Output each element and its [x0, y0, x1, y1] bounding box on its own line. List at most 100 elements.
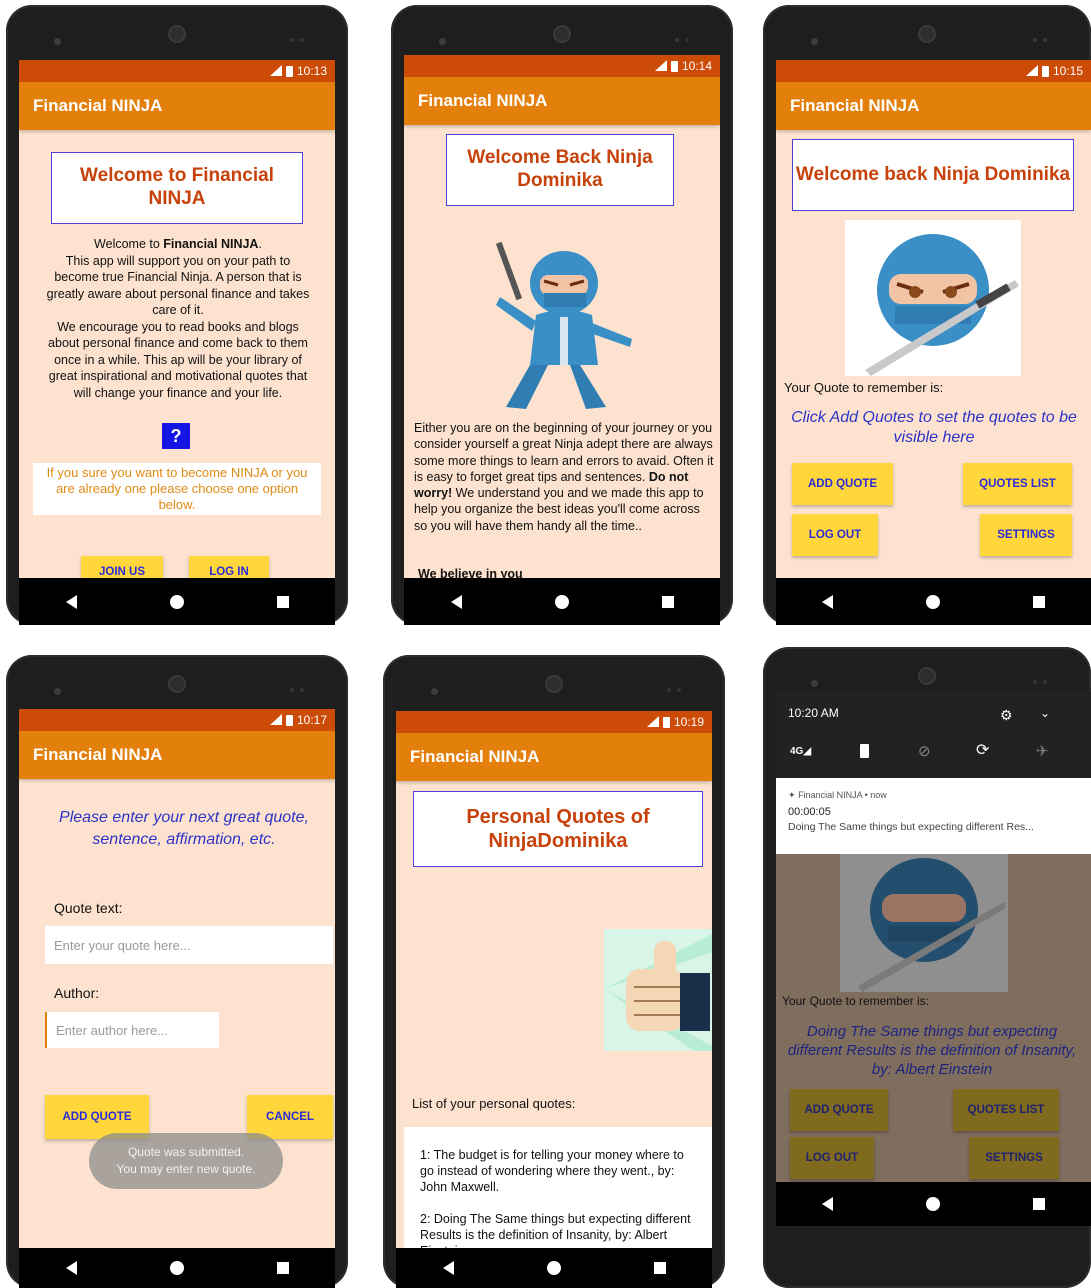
battery-icon[interactable] — [860, 744, 869, 758]
quote-input[interactable]: Enter your quote here... — [45, 926, 333, 964]
network-icon[interactable]: 4G◢ — [790, 746, 811, 757]
location-off-icon[interactable]: ⊘ — [918, 742, 931, 760]
believe-text: We believe in you — [418, 567, 523, 578]
phone-quotes-list: 10:19 Financial NINJA Personal Quotes of… — [383, 655, 725, 1288]
log-out-button[interactable]: LOG OUT — [792, 514, 878, 556]
home-icon[interactable] — [925, 594, 940, 609]
back-icon[interactable] — [65, 594, 77, 609]
list-item: 2: Doing The Same things but expecting d… — [420, 1212, 691, 1248]
recents-icon[interactable] — [653, 1262, 666, 1274]
quote-text-label: Quote text: — [54, 900, 123, 916]
ninja-icon: ✦ — [788, 790, 796, 800]
quote-text: Click Add Quotes to set the quotes to be… — [791, 409, 1077, 446]
nav-bar — [396, 1248, 712, 1288]
gear-icon[interactable]: ⚙ — [1000, 707, 1013, 724]
settings-button[interactable]: SETTINGS — [980, 514, 1072, 556]
status-time: 10:13 — [296, 64, 327, 78]
battery-icon — [285, 65, 293, 77]
back-icon[interactable] — [450, 594, 462, 609]
signal-icon — [639, 716, 659, 728]
status-bar: 10:15 — [776, 60, 1091, 82]
back-icon[interactable] — [822, 594, 834, 609]
nav-bar — [776, 1182, 1091, 1226]
intro-text: Either you are on the beginning of your … — [414, 421, 714, 533]
battery-icon — [285, 714, 293, 726]
nav-bar — [19, 578, 335, 625]
home-icon[interactable] — [925, 1197, 940, 1211]
quotes-list: 1: The budget is for telling your money … — [404, 1127, 712, 1248]
status-bar: 10:17 — [19, 709, 335, 731]
list-item: 1: The budget is for telling your money … — [420, 1148, 684, 1194]
quick-settings: 10:20 AM ⚙ ⌄ 4G◢ ⊘ ⟳ ✈ — [776, 692, 1091, 778]
welcome-title: Welcome back Ninja Dominika — [792, 139, 1074, 211]
app-title: Financial NINJA — [19, 82, 335, 130]
home-icon[interactable] — [546, 1261, 561, 1275]
recents-icon[interactable] — [276, 1262, 289, 1274]
signal-icon — [1018, 65, 1038, 77]
quotes-list-button[interactable]: QUOTES LIST — [963, 463, 1072, 505]
airplane-mode-icon[interactable]: ✈ — [1036, 742, 1049, 760]
screen: 10:14 Financial NINJA Welcome Back Ninja… — [404, 55, 720, 578]
signal-icon — [647, 60, 667, 72]
app-title: Financial NINJA — [19, 731, 335, 779]
chevron-down-icon[interactable]: ⌄ — [1040, 706, 1050, 720]
ninja-illustration — [845, 220, 1021, 376]
recents-icon[interactable] — [1032, 595, 1045, 608]
ninja-illustration — [840, 854, 1008, 992]
add-quote-button[interactable]: ADD QUOTE — [792, 463, 893, 505]
status-bar: 10:13 — [19, 60, 335, 82]
toast-message: Quote was submitted. You may enter new q… — [89, 1133, 283, 1189]
status-time: 10:19 — [673, 715, 704, 729]
auto-rotate-icon[interactable]: ⟳ — [976, 740, 989, 760]
add-quote-heading: Please enter your next great quote, sent… — [59, 809, 309, 848]
log-out-button[interactable]: LOG OUT — [790, 1137, 874, 1179]
settings-button[interactable]: SETTINGS — [969, 1137, 1059, 1179]
add-quote-button[interactable]: ADD QUOTE — [790, 1089, 888, 1131]
quotes-list-button[interactable]: QUOTES LIST — [953, 1089, 1059, 1131]
phone-notification: 10:20 AM ⚙ ⌄ 4G◢ ⊘ ⟳ ✈ ✦ Financial NINJA… — [763, 647, 1091, 1288]
status-time: 10:17 — [296, 713, 327, 727]
author-input[interactable]: Enter author here... — [45, 1012, 219, 1048]
app-title: Financial NINJA — [404, 77, 720, 125]
screen: 10:20 AM ⚙ ⌄ 4G◢ ⊘ ⟳ ✈ ✦ Financial NINJA… — [776, 692, 1091, 1182]
join-us-button[interactable]: JOIN US — [81, 556, 163, 578]
home-icon[interactable] — [169, 594, 184, 609]
list-label: List of your personal quotes: — [412, 1096, 576, 1111]
thumbs-up-illustration — [604, 929, 712, 1051]
nav-bar — [776, 578, 1091, 625]
home-icon[interactable] — [554, 594, 569, 609]
back-icon[interactable] — [65, 1261, 77, 1275]
log-in-button[interactable]: LOG IN — [189, 556, 269, 578]
ninja-illustration — [495, 241, 632, 409]
recents-icon[interactable] — [1032, 1198, 1045, 1210]
signal-icon — [262, 65, 282, 77]
recents-icon[interactable] — [661, 595, 674, 608]
status-time: 10:14 — [681, 59, 712, 73]
welcome-title: Welcome Back Ninja Dominika — [446, 134, 674, 206]
quote-text: Doing The Same things but expecting diff… — [787, 1023, 1077, 1078]
status-time: 10:15 — [1052, 64, 1083, 78]
recents-icon[interactable] — [276, 595, 289, 608]
phone-welcome: 10:13 Financial NINJA Welcome to Financi… — [6, 5, 348, 625]
phone-home: 10:15 Financial NINJA Welcome back Ninja… — [763, 5, 1091, 625]
back-icon[interactable] — [442, 1261, 454, 1275]
nav-bar — [404, 578, 720, 625]
app-title: Financial NINJA — [776, 82, 1091, 130]
back-icon[interactable] — [822, 1197, 834, 1211]
notification-timer: 00:00:05 — [788, 806, 831, 818]
nav-bar — [19, 1248, 335, 1288]
quote-label: Your Quote to remember is: — [782, 994, 929, 1008]
battery-icon — [1041, 65, 1049, 77]
help-button[interactable]: ? — [162, 423, 190, 449]
signal-icon — [262, 714, 282, 726]
notification-text: Doing The Same things but expecting diff… — [788, 821, 1034, 833]
quote-label: Your Quote to remember is: — [784, 380, 944, 395]
app-title: Financial NINJA — [396, 733, 712, 781]
quotes-title: Personal Quotes of NinjaDominika — [413, 791, 703, 867]
status-bar: 10:14 — [404, 55, 720, 77]
cancel-button[interactable]: CANCEL — [247, 1095, 333, 1139]
status-bar: 10:19 — [396, 711, 712, 733]
phone-welcome-back: 10:14 Financial NINJA Welcome Back Ninja… — [391, 5, 733, 625]
home-icon[interactable] — [169, 1261, 184, 1275]
notification-card[interactable]: ✦ Financial NINJA • now 00:00:05 Doing T… — [776, 778, 1091, 854]
